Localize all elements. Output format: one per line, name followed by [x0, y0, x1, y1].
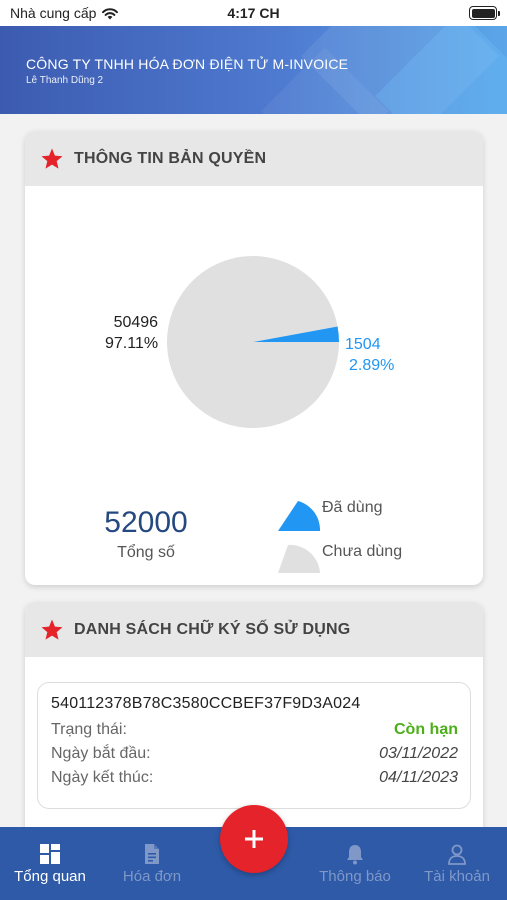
star-icon — [41, 148, 63, 169]
pie-label-unused: 50496 97.11% — [105, 312, 158, 354]
card-title: THÔNG TIN BẢN QUYỀN — [74, 149, 267, 167]
legend-swatch-used — [278, 501, 320, 531]
start-date-value: 03/11/2022 — [379, 745, 458, 762]
company-name: CÔNG TY TNHH HÓA ĐƠN ĐIỆN TỬ M-INVOICE — [26, 56, 349, 72]
clock: 4:17 CH — [227, 5, 280, 21]
status-bar: Nhà cung cấp 4:17 CH — [0, 0, 507, 26]
legend-item-used: Đã dùng — [278, 499, 383, 531]
pie-label-used: 1504 2.89% — [345, 334, 394, 376]
total-value: 52000 — [104, 506, 188, 539]
legend-item-unused: Chưa dùng — [278, 541, 402, 573]
bell-icon — [347, 845, 363, 865]
user-name: Lê Thanh Dũng 2 — [26, 75, 104, 86]
dashboard-icon — [40, 844, 60, 864]
tab-overview[interactable]: Tổng quan — [0, 827, 100, 900]
tab-label: Tài khoản — [424, 868, 490, 885]
tab-invoices[interactable]: Hóa đơn — [102, 827, 202, 900]
add-button[interactable] — [220, 805, 288, 873]
pie-percent-used: 2.89% — [349, 357, 395, 374]
card-title: DANH SÁCH CHỮ KÝ SỐ SỬ DỤNG — [74, 620, 351, 638]
card-header: DANH SÁCH CHỮ KÝ SỐ SỬ DỤNG — [25, 602, 483, 657]
pie-value-unused: 50496 — [113, 314, 159, 331]
total-label: Tổng số — [117, 544, 175, 561]
tab-label: Thông báo — [319, 868, 391, 885]
battery-icon — [469, 6, 500, 20]
certificate-serial: 540112378B78C3580CCBEF37F9D3A024 — [51, 695, 361, 712]
start-date-label: Ngày bắt đầu: — [51, 745, 151, 762]
certificate-start-row: Ngày bắt đầu: 03/11/2022 — [51, 742, 458, 766]
user-icon — [448, 844, 466, 865]
tab-account[interactable]: Tài khoản — [407, 827, 507, 900]
tab-label: Hóa đơn — [122, 868, 182, 885]
license-pie-chart — [167, 255, 339, 428]
app-header: CÔNG TY TNHH HÓA ĐƠN ĐIỆN TỬ M-INVOICE L… — [0, 26, 507, 114]
tab-notifications[interactable]: Thông báo — [305, 827, 405, 900]
end-date-value: 04/11/2023 — [379, 769, 458, 786]
document-icon — [145, 844, 159, 864]
license-info-card: THÔNG TIN BẢN QUYỀN 50496 97.11% 1504 2.… — [25, 131, 483, 585]
tab-label: Tổng quan — [14, 868, 86, 885]
legend-swatch-unused — [278, 544, 320, 573]
plus-icon — [245, 830, 263, 848]
status-label: Trạng thái: — [51, 721, 127, 738]
card-header: THÔNG TIN BẢN QUYỀN — [25, 131, 483, 186]
certificate-item[interactable]: 540112378B78C3580CCBEF37F9D3A024 Trạng t… — [37, 682, 471, 809]
star-icon — [41, 619, 63, 640]
certificate-end-row: Ngày kết thúc: 04/11/2023 — [51, 766, 458, 790]
pie-percent-unused: 97.11% — [105, 335, 159, 352]
status-badge: Còn hạn — [394, 721, 458, 738]
end-date-label: Ngày kết thúc: — [51, 769, 154, 786]
legend-label-unused: Chưa dùng — [322, 543, 403, 560]
pie-value-used: 1504 — [345, 336, 381, 353]
certificate-status-row: Trạng thái: Còn hạn — [51, 718, 458, 742]
legend-label-used: Đã dùng — [322, 499, 383, 516]
